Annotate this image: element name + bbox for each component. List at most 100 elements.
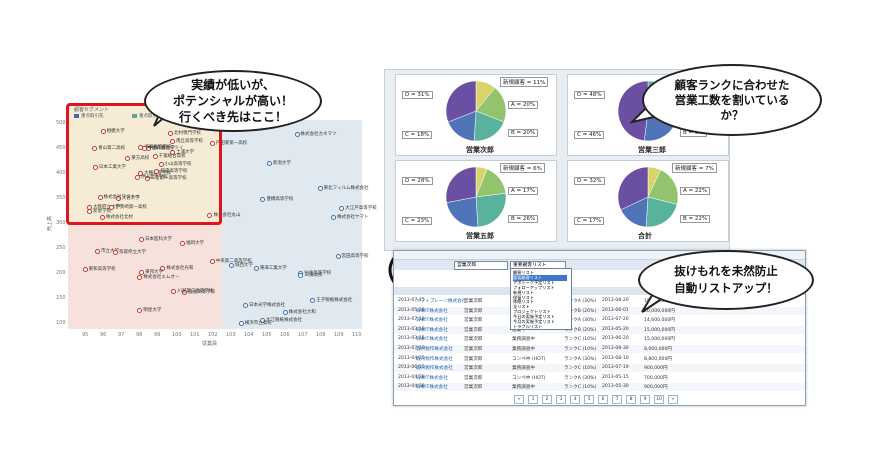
page-button[interactable]: 7 bbox=[612, 395, 622, 404]
y-tick: 450 bbox=[56, 145, 66, 151]
pie-slice-label: D = 48% bbox=[574, 91, 605, 99]
table-row[interactable]: 2013-04-25 森川製作株式会社 営業次郎 コンペ中 (HOT) ランクA (30… bbox=[394, 355, 805, 363]
scatter-point bbox=[82, 267, 88, 273]
pie-slice-label: 新規顧客 = 6% bbox=[500, 163, 545, 173]
table-cell: 日本IT株式会社 bbox=[416, 308, 448, 314]
table-row[interactable]: 2013-07-10日本IT株式会社営業次郎コンペ中 (HOT)ランクA (30… bbox=[394, 316, 805, 324]
page-button[interactable]: » bbox=[668, 395, 678, 404]
table-row[interactable]: 2013-04-20 日本IT株式会社 営業次郎 コンペ中 (HOT) ランクA (30… bbox=[394, 374, 805, 382]
right-bubble-2-line-2: 自動リストアップ！ bbox=[674, 281, 778, 295]
table-cell: 営業次郎 bbox=[464, 337, 483, 343]
scatter-point-label: 豊橋高等学校 bbox=[266, 197, 294, 203]
pie-card: 新規顧客 = 7% A = 22% B = 22% C = 17% D = 32% 合計 bbox=[567, 160, 729, 242]
pie-chart bbox=[445, 166, 507, 228]
list-type-dropdown-menu[interactable]: 顧客リスト 重要顧客リスト アポトーク予定リスト フォローアップリスト 新規リスト 保留リ… bbox=[510, 268, 572, 330]
table-cell: 2013-05-15 bbox=[602, 374, 629, 380]
x-tick: 105 bbox=[262, 332, 272, 338]
scatter-point-label: 日本光学株式会社 bbox=[249, 302, 285, 308]
pie-slice bbox=[445, 166, 477, 203]
x-tick: 109 bbox=[334, 332, 344, 338]
table-cell: 営業次郎 bbox=[464, 299, 483, 304]
x-tick: 101 bbox=[190, 332, 200, 338]
page-button[interactable]: 9 bbox=[640, 395, 650, 404]
table-cell: 2013-05-30 bbox=[602, 384, 629, 390]
left-speech-bubble: 実績が低いが、 ポテンシャルが高い！ 行くべき先はここ！ bbox=[144, 70, 322, 132]
pie-slice-label: 新規顧客 = 11% bbox=[500, 77, 549, 87]
table-cell: 15,000,000円 bbox=[644, 337, 675, 343]
table-row[interactable]: 2013-07-10 森川製作株式会社 営業次郎 業務調査中 ランクC (10%) 201… bbox=[394, 345, 805, 353]
x-tick: 96 bbox=[100, 332, 107, 338]
scatter-point-label: 株式会社大和 bbox=[288, 310, 316, 316]
scatter-point-label: 横浜市立高校 bbox=[244, 321, 272, 327]
y-tick: 500 bbox=[56, 120, 66, 126]
right-speech-bubble-1: 顧客ランクに合わせた 営業工数を割いている か？ bbox=[642, 64, 822, 136]
scatter-point bbox=[139, 236, 145, 242]
right-bubble-1-line-3: か？ bbox=[720, 107, 744, 122]
table-cell: 2013-08-20 bbox=[602, 298, 629, 303]
y-tick: 200 bbox=[56, 270, 66, 276]
x-tick: 110 bbox=[352, 332, 362, 338]
table-row[interactable]: 2013-04-30 日本IT株式会社 営業次郎 業務調査中 ランクC (10%) 201… bbox=[394, 383, 805, 392]
table-cell: 業務調査中 bbox=[512, 337, 535, 343]
scatter-point bbox=[209, 258, 215, 264]
page-button[interactable]: 4 bbox=[570, 395, 580, 404]
x-tick: 99 bbox=[154, 332, 161, 338]
table-cell: ランクA (30%) bbox=[564, 356, 597, 362]
table-row[interactable]: 2013-06-15 森川製作株式会社 営業次郎 業務調査中 ランクC (10%) 201… bbox=[394, 364, 805, 373]
x-tick: 97 bbox=[118, 332, 125, 338]
table-cell: 日本IT株式会社 bbox=[416, 337, 448, 343]
table-cell: 日本IT株式会社 bbox=[416, 327, 448, 333]
pie-card: 新規顧客 = 6% A = 17% B = 26% C = 23% D = 28% 営業五… bbox=[395, 160, 557, 242]
page-button[interactable]: 10 bbox=[654, 395, 664, 404]
right-speech-bubble-2: 抜けもれを未然防止 自動リストアップ！ bbox=[638, 250, 814, 310]
table-cell: 8,000,000円 bbox=[644, 347, 672, 352]
pie-title: 合計 bbox=[638, 232, 652, 240]
x-tick: 95 bbox=[82, 332, 89, 338]
table-cell: 業務調査中 bbox=[512, 385, 535, 391]
pie-slice-label: C = 46% bbox=[574, 131, 605, 139]
table-cell: 業務調査中 bbox=[512, 366, 535, 372]
scatter-point-label: 宮田高等学校 bbox=[341, 254, 369, 260]
dropdown-option[interactable]: トラブルリスト bbox=[513, 324, 542, 330]
table-cell: 営業次郎 bbox=[464, 356, 483, 362]
table-cell: 700,000円 bbox=[644, 375, 668, 381]
x-tick: 100 bbox=[172, 332, 182, 338]
x-tick: 104 bbox=[244, 332, 254, 338]
scatter-point-label: 株式会社エムオー bbox=[143, 275, 180, 281]
table-cell: 2013-07-20 bbox=[602, 317, 629, 323]
table-cell: 営業次郎 bbox=[464, 308, 483, 314]
page-button[interactable]: 3 bbox=[556, 395, 566, 404]
scatter-point-label: 株式会社ヤマト bbox=[337, 215, 369, 221]
table-cell: 営業次郎 bbox=[464, 385, 483, 391]
scatter-point bbox=[228, 263, 234, 269]
scatter-point bbox=[139, 269, 145, 275]
pie-slice-label: A = 22% bbox=[680, 187, 711, 195]
scatter-point-label: 株式会社カネマツ bbox=[300, 132, 337, 138]
page-button[interactable]: 5 bbox=[584, 395, 594, 404]
table-cell: ランクA (30%) bbox=[564, 375, 597, 381]
scatter-point-label: 東和高等学校 bbox=[88, 267, 116, 273]
table-row[interactable]: 2013-03-15 日本IT株式会社 営業次郎 業務調査中 ランクC (10%) 201… bbox=[394, 335, 805, 343]
page-button[interactable]: 8 bbox=[626, 395, 636, 404]
table-cell: 営業次郎 bbox=[464, 366, 483, 372]
pie-slice-label: D = 28% bbox=[402, 177, 433, 185]
table-cell: 日本IT株式会社 bbox=[416, 385, 448, 391]
page-button[interactable]: 1 bbox=[528, 395, 538, 404]
rep-select[interactable]: 営業次郎 bbox=[454, 261, 508, 270]
pie-chart bbox=[445, 80, 507, 142]
table-cell: 2013-05-20 bbox=[602, 326, 629, 332]
table-cell: 営業次郎 bbox=[464, 347, 483, 352]
scatter-point-label: 城西大学 bbox=[234, 263, 253, 269]
table-cell: 15,000,000円 bbox=[644, 327, 675, 333]
table-cell: 2013-08-10 bbox=[602, 355, 629, 361]
scatter-point-label: 鳥取県立大学 bbox=[118, 250, 146, 256]
table-cell: 8,800,000円 bbox=[644, 356, 672, 362]
table-cell: 900,000円 bbox=[644, 385, 668, 391]
page-button[interactable]: 2 bbox=[542, 395, 552, 404]
table-cell: 営業次郎 bbox=[464, 327, 483, 333]
x-tick: 107 bbox=[298, 332, 308, 338]
left-bubble-line-3: 行くべき先はここ！ bbox=[178, 110, 287, 124]
page-button[interactable]: « bbox=[514, 395, 524, 404]
page-button[interactable]: 6 bbox=[598, 395, 608, 404]
table-row[interactable]: 2013-03-10 日本IT株式会社 営業次郎 提案中 ランクB (20%) 2013-… bbox=[394, 325, 805, 334]
